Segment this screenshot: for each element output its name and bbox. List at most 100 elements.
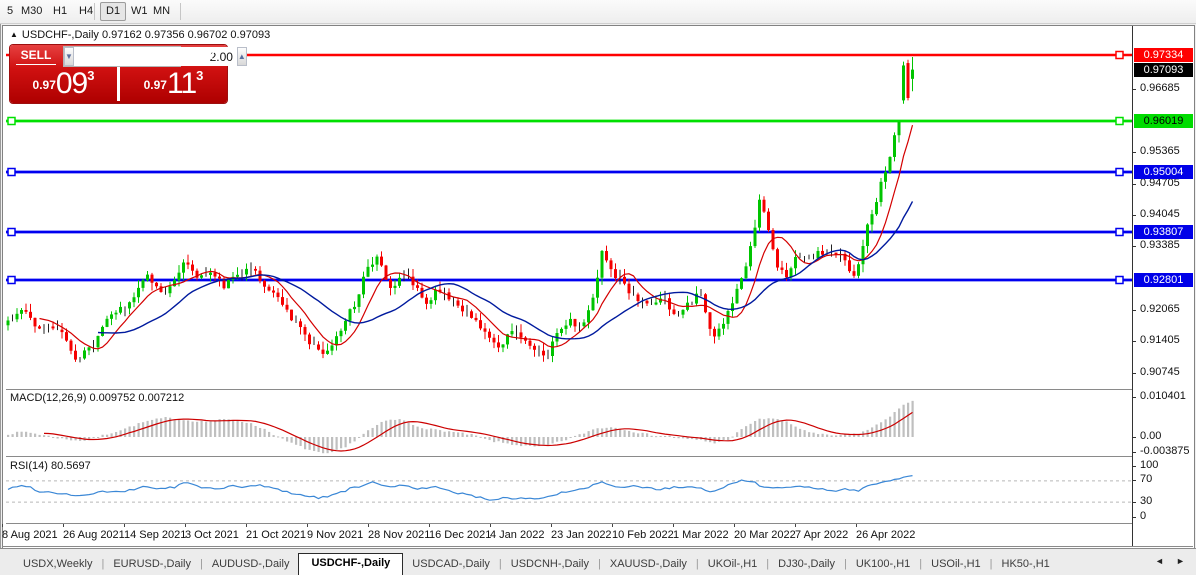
timeframe-button-m30[interactable]: M30 <box>16 3 47 20</box>
level-marker-right[interactable] <box>1116 277 1123 284</box>
macd-histogram-bar <box>669 436 671 437</box>
date-tick-mark <box>673 524 674 527</box>
level-marker-left[interactable] <box>8 277 15 284</box>
level-marker-left[interactable] <box>8 229 15 236</box>
candle-body <box>83 350 86 358</box>
candle-body <box>191 265 194 271</box>
macd-histogram-bar <box>39 435 41 437</box>
macd-histogram-bar <box>799 429 801 437</box>
tab-usoil-h1[interactable]: USOil-,H1 <box>922 555 990 575</box>
buy-button[interactable]: BUY <box>179 45 227 66</box>
macd-histogram-bar <box>165 417 167 437</box>
candle-body <box>623 277 626 284</box>
candle-body <box>358 294 361 307</box>
tab-dj30-daily[interactable]: DJ30-,Daily <box>769 555 844 575</box>
price-axis-label: 0.010401 <box>1140 390 1186 402</box>
timeframe-button-mn[interactable]: MN <box>148 3 175 20</box>
window-bottom-border <box>2 546 1193 547</box>
macd-histogram-bar <box>286 437 288 442</box>
candle-body <box>907 63 910 98</box>
tab-eurusd-daily[interactable]: EURUSD-,Daily <box>104 555 200 575</box>
volume-increment-button[interactable]: ▲ <box>237 47 247 66</box>
candle-body <box>709 312 712 329</box>
volume-decrement-button[interactable]: ▼ <box>64 47 74 66</box>
tab-usdchf-daily[interactable]: USDCHF-,Daily <box>298 553 403 575</box>
candle-body <box>673 309 676 313</box>
axis-tick-mark <box>1132 215 1136 216</box>
macd-histogram-bar <box>291 437 293 443</box>
candle-body <box>727 311 730 324</box>
tab-usdcnh-daily[interactable]: USDCNH-,Daily <box>502 555 598 575</box>
macd-histogram-bar <box>124 428 126 437</box>
macd-histogram-bar <box>781 421 783 437</box>
candle-body <box>290 310 293 321</box>
macd-histogram-bar <box>561 437 563 441</box>
axis-tick-mark <box>1132 437 1136 438</box>
macd-histogram-bar <box>628 431 630 437</box>
price-axis-label: 0.93385 <box>1140 239 1180 251</box>
tab-usdcad-daily[interactable]: USDCAD-,Daily <box>403 555 499 575</box>
macd-histogram-bar <box>439 430 441 437</box>
tab-usdx-weekly[interactable]: USDX,Weekly <box>14 555 101 575</box>
macd-histogram-bar <box>363 434 365 437</box>
tab-audusd-daily[interactable]: AUDUSD-,Daily <box>203 555 299 575</box>
buy-price-pip: 3 <box>196 68 203 83</box>
level-marker-right[interactable] <box>1116 229 1123 236</box>
macd-label: MACD(12,26,9) 0.009752 0.007212 <box>10 392 184 404</box>
macd-histogram-bar <box>417 427 419 437</box>
candle-body <box>299 321 302 327</box>
date-label: 26 Apr 2022 <box>856 529 915 541</box>
tab-scroll-right-button[interactable]: ► <box>1176 556 1185 566</box>
macd-histogram-bar <box>642 433 644 437</box>
price-badge-092801: 0.92801 <box>1134 273 1193 287</box>
tab-uk100-h1[interactable]: UK100-,H1 <box>847 555 919 575</box>
axis-tick-mark <box>1132 341 1136 342</box>
macd-histogram-bar <box>543 437 545 445</box>
macd-histogram-bar <box>484 437 486 439</box>
rsi-line <box>8 476 913 501</box>
tab-hk50-h1[interactable]: HK50-,H1 <box>993 555 1059 575</box>
date-label: 10 Feb 2022 <box>612 529 674 541</box>
axis-tick-mark <box>1132 397 1136 398</box>
macd-histogram-bar <box>106 435 108 437</box>
candle-body <box>628 284 631 294</box>
candle-body <box>371 265 374 267</box>
candle-body <box>308 335 311 345</box>
macd-histogram-bar <box>583 434 585 437</box>
candle-body <box>137 288 140 297</box>
tab-ukoil-h1[interactable]: UKOil-,H1 <box>699 555 767 575</box>
macd-rsi-splitter[interactable] <box>6 456 1132 457</box>
level-marker-left[interactable] <box>8 169 15 176</box>
candle-body <box>758 200 761 228</box>
axis-tick-mark <box>1132 89 1136 90</box>
level-marker-right[interactable] <box>1116 52 1123 59</box>
sell-price-prefix: 0.97 <box>33 78 56 92</box>
timeframe-button-h1[interactable]: H1 <box>48 3 72 20</box>
date-label: 3 Oct 2021 <box>185 529 239 541</box>
level-marker-right[interactable] <box>1116 169 1123 176</box>
macd-histogram-bar <box>772 419 774 437</box>
main-macd-splitter[interactable] <box>6 389 1132 390</box>
macd-histogram-bar <box>741 429 743 437</box>
candle-body <box>848 260 851 271</box>
timeframe-button-d1[interactable]: D1 <box>100 2 126 21</box>
macd-histogram-bar <box>156 419 158 437</box>
date-tick-mark <box>795 524 796 527</box>
sell-button[interactable]: SELL <box>10 45 62 66</box>
date-tick-mark <box>185 524 186 527</box>
candle-body <box>178 273 181 281</box>
macd-histogram-bar <box>435 429 437 437</box>
candle-body <box>551 342 554 356</box>
macd-histogram-bar <box>457 432 459 437</box>
candle-body <box>286 305 289 310</box>
sell-price-display[interactable]: 0.97093 <box>10 67 117 102</box>
tab-scroll-left-button[interactable]: ◄ <box>1155 556 1164 566</box>
candle-body <box>668 298 671 309</box>
buy-price-display[interactable]: 0.97113 <box>120 67 227 102</box>
level-marker-left[interactable] <box>8 118 15 125</box>
level-marker-right[interactable] <box>1116 118 1123 125</box>
macd-histogram-bar <box>178 420 180 437</box>
tab-xauusd-daily[interactable]: XAUUSD-,Daily <box>601 555 696 575</box>
macd-histogram-bar <box>25 432 27 437</box>
date-tick-mark <box>124 524 125 527</box>
